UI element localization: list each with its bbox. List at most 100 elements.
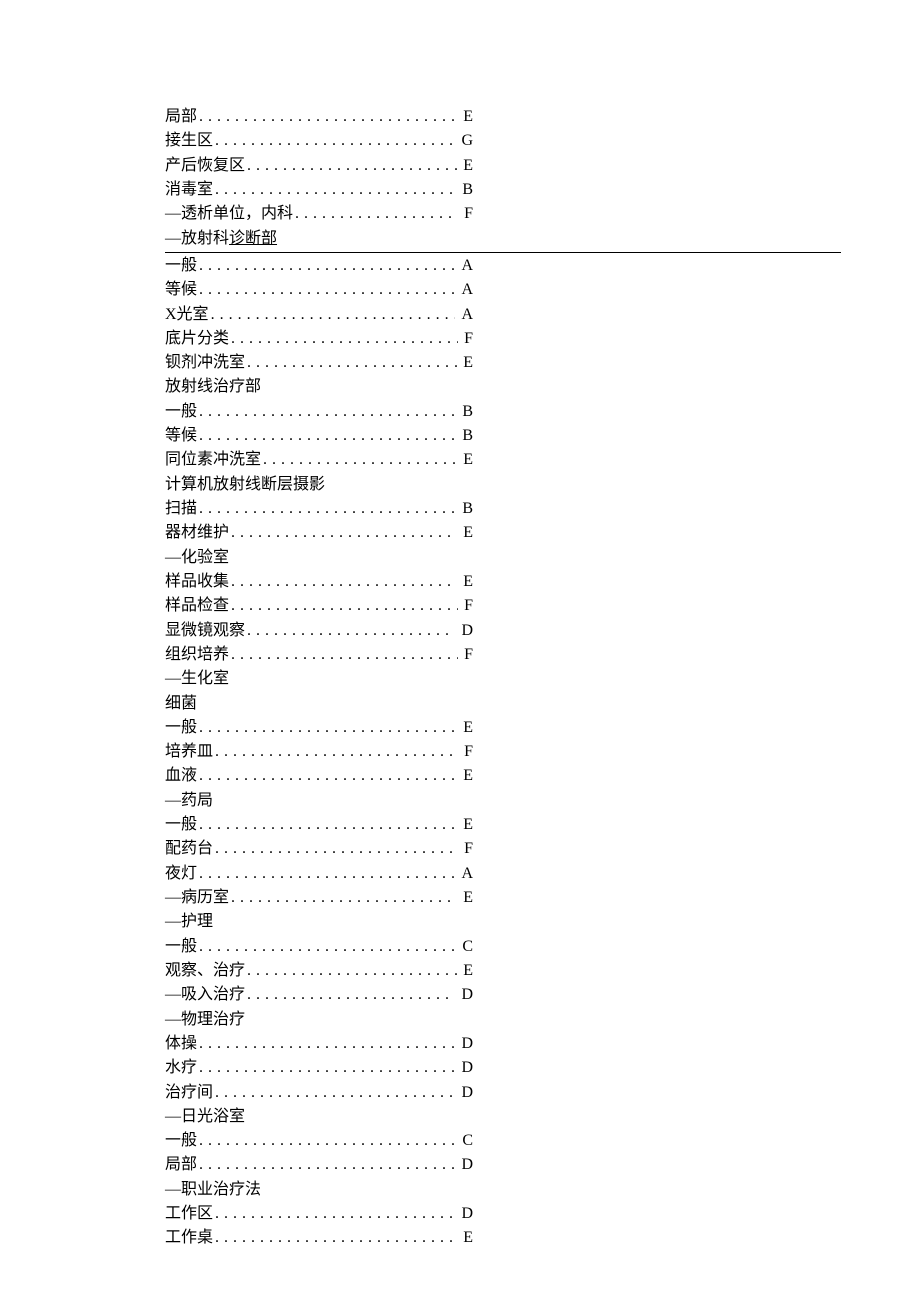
entry-label: 接生区: [165, 129, 213, 153]
entry-value: F: [458, 643, 473, 667]
entry-value: D: [455, 1056, 473, 1080]
toc-entry: 同位素冲洗室E: [165, 448, 473, 472]
entry-value: A: [455, 862, 473, 886]
toc-entry: 水疗 D: [165, 1056, 473, 1080]
section-heading: ―护理: [165, 910, 473, 934]
toc-entry: 显微镜观察D: [165, 619, 473, 643]
entry-value: F: [458, 740, 473, 764]
dot-leader: [209, 303, 456, 327]
entry-label: 体操: [165, 1032, 197, 1056]
entry-value: D: [455, 1032, 473, 1056]
section-heading: 放射线治疗部: [165, 375, 473, 399]
entry-label: 钡剂冲洗室: [165, 351, 245, 375]
toc-entry: 样品收集 E: [165, 570, 473, 594]
entry-value: E: [457, 886, 473, 910]
dot-leader: [213, 740, 458, 764]
entry-value: E: [457, 716, 473, 740]
entry-label: 扫描: [165, 497, 197, 521]
toc-entry: 一般 C: [165, 1129, 473, 1153]
dot-leader: [197, 1129, 456, 1153]
dot-leader: [229, 643, 458, 667]
entry-label: 样品收集: [165, 570, 229, 594]
toc-entry: 底片分类F: [165, 327, 473, 351]
entry-label: 培养皿: [165, 740, 213, 764]
toc-entry: 一般E: [165, 813, 473, 837]
toc-entry: 等候A: [165, 278, 473, 302]
dot-leader: [197, 935, 456, 959]
entry-value: B: [456, 400, 473, 424]
dot-leader: [229, 521, 457, 545]
entry-label: 样品检查: [165, 594, 229, 618]
dot-leader: [197, 1153, 455, 1177]
entry-label: 水疗: [165, 1056, 197, 1080]
toc-entry: 样品检查 F: [165, 594, 473, 618]
entry-label: 一般: [165, 254, 197, 278]
entry-value: F: [458, 594, 473, 618]
entry-value: F: [458, 202, 473, 226]
entry-label: 配药台: [165, 837, 213, 861]
entry-label: 工作桌: [165, 1226, 213, 1250]
entry-label: ―病历室: [165, 886, 229, 910]
entry-value: F: [458, 837, 473, 861]
entry-value: E: [457, 154, 473, 178]
toc-entry: 培养皿 F: [165, 740, 473, 764]
entry-value: B: [456, 178, 473, 202]
section-heading: ―药局: [165, 789, 473, 813]
toc-entry: 观察、治疗E: [165, 959, 473, 983]
entry-label: X光室: [165, 303, 209, 327]
entry-label: 血液: [165, 764, 197, 788]
toc-entry: 等候B: [165, 424, 473, 448]
underlined-heading: ―放射科 诊断部: [165, 227, 841, 253]
dot-leader: [213, 837, 458, 861]
entry-value: C: [456, 1129, 473, 1153]
toc-entry: 配药台 F: [165, 837, 473, 861]
toc-entry: 接生区G: [165, 129, 473, 153]
dot-leader: [245, 959, 457, 983]
entry-value: E: [457, 105, 473, 129]
toc-entry: 局部 E: [165, 105, 473, 129]
section-heading: ―日光浴室: [165, 1105, 473, 1129]
entry-value: E: [457, 764, 473, 788]
entry-label: 组织培养: [165, 643, 229, 667]
dot-leader: [197, 254, 455, 278]
dot-leader: [197, 813, 457, 837]
toc-entry: 局部D: [165, 1153, 473, 1177]
entry-label: ―透析单位，内科: [165, 202, 293, 226]
toc-entry: 工作桌 E: [165, 1226, 473, 1250]
entry-value: E: [457, 570, 473, 594]
entry-value: E: [457, 448, 473, 472]
dot-leader: [229, 327, 458, 351]
toc-entry: 一般B: [165, 400, 473, 424]
dot-leader: [197, 105, 457, 129]
entry-value: A: [455, 303, 473, 327]
entry-label: 显微镜观察: [165, 619, 245, 643]
dot-leader: [197, 862, 455, 886]
entry-label: 一般: [165, 1129, 197, 1153]
dot-leader: [213, 129, 455, 153]
section-heading: ―物理治疗: [165, 1008, 473, 1032]
dot-leader: [229, 570, 457, 594]
toc-entry: 体操 D: [165, 1032, 473, 1056]
dot-leader: [213, 1081, 455, 1105]
dot-leader: [245, 619, 455, 643]
entry-label: 一般: [165, 935, 197, 959]
heading-part1: ―放射科: [165, 227, 229, 251]
entry-value: F: [458, 327, 473, 351]
toc-entry: ―病历室 E: [165, 886, 473, 910]
document-body: 局部E接生区G产后恢复区E消毒室B―透析单位，内科F―放射科 诊断部一般A等候A…: [165, 105, 473, 1251]
dot-leader: [197, 497, 456, 521]
entry-value: D: [455, 1081, 473, 1105]
entry-label: 夜灯: [165, 862, 197, 886]
entry-label: 局部: [165, 105, 197, 129]
dot-leader: [245, 154, 457, 178]
section-heading: ―职业治疗法: [165, 1178, 473, 1202]
toc-entry: 产后恢复区E: [165, 154, 473, 178]
toc-entry: 工作区D: [165, 1202, 473, 1226]
entry-value: D: [455, 983, 473, 1007]
dot-leader: [197, 424, 456, 448]
entry-label: 等候: [165, 278, 197, 302]
entry-value: E: [457, 1226, 473, 1250]
dot-leader: [197, 278, 455, 302]
dot-leader: [197, 716, 457, 740]
entry-value: E: [457, 959, 473, 983]
